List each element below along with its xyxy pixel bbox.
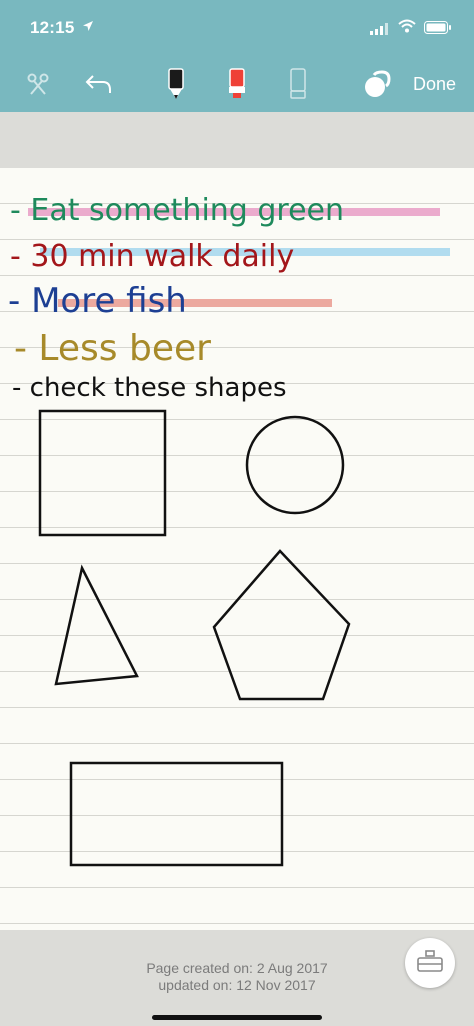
layers-icon[interactable] [360, 56, 394, 112]
status-time: 12:15 [30, 18, 75, 37]
wifi-icon [398, 19, 416, 38]
note-line-4: - Less beer [14, 328, 211, 369]
status-bar: 12:15 [0, 0, 474, 56]
handwriting-layer: - Eat something green - 30 min walk dail… [8, 193, 450, 867]
undo-icon[interactable] [82, 56, 116, 112]
page-dates: Page created on: 2 Aug 2017 updated on: … [0, 960, 474, 994]
circle-shape [245, 415, 345, 515]
location-arrow-icon [82, 20, 94, 35]
black-pen-icon[interactable] [164, 56, 188, 112]
drawing-toolbar: Done [0, 56, 474, 112]
home-indicator[interactable] [152, 1015, 322, 1020]
pentagon-shape [212, 549, 351, 701]
page-settings-button[interactable] [405, 938, 455, 988]
square-shape [38, 409, 167, 537]
note-line-2: - 30 min walk daily [10, 239, 294, 274]
page-updated-date: updated on: 12 Nov 2017 [158, 977, 316, 993]
note-page-canvas[interactable]: - Eat something green - 30 min walk dail… [0, 168, 474, 930]
note-line-5: - check these shapes [12, 373, 287, 403]
done-button[interactable]: Done [413, 56, 456, 112]
lasso-scissors-icon[interactable] [22, 56, 54, 112]
note-line-3: - More fish [8, 281, 187, 321]
cellular-signal-icon [370, 22, 390, 40]
page-created-date: Page created on: 2 Aug 2017 [146, 960, 328, 976]
note-line-1: - Eat something green [10, 193, 344, 228]
rectangle-shape [69, 761, 284, 867]
page-footer: Page created on: 2 Aug 2017 updated on: … [0, 930, 474, 1026]
page-top-margin [0, 112, 474, 168]
triangle-shape [54, 564, 139, 686]
eraser-icon[interactable] [286, 56, 310, 112]
page-settings-icon [417, 949, 443, 977]
red-highlighter-icon[interactable] [225, 56, 249, 112]
battery-icon [424, 21, 452, 39]
